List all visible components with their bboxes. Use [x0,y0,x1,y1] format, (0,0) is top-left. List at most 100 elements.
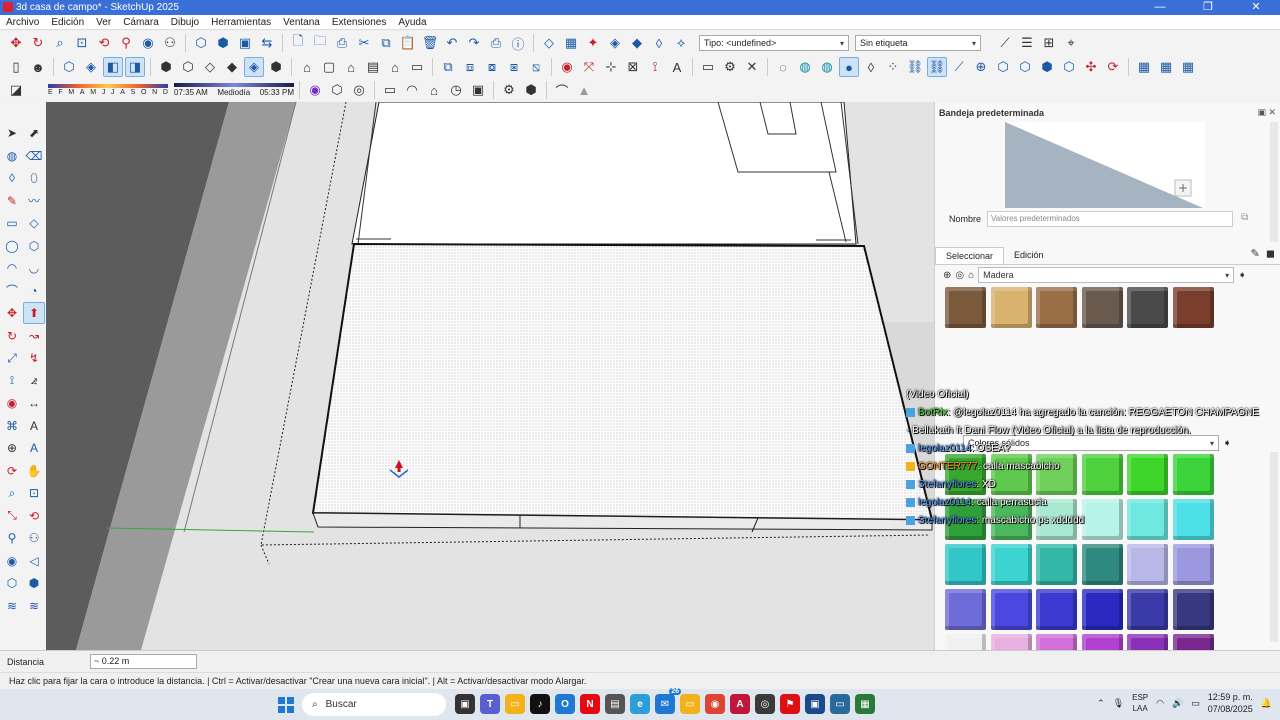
label-icon[interactable]: A [23,415,45,437]
dome-icon[interactable]: ◠ [402,80,422,100]
sandbox-icon[interactable]: ◇ [539,33,559,53]
shadow-time-slider[interactable]: 07:35 AM Mediodía 05:33 PM [174,83,294,97]
rotate-tool-icon[interactable]: ↻ [1,325,23,347]
settings-gear-icon[interactable]: ⚙ [720,57,740,77]
paint-bucket-icon[interactable]: ◍ [1,145,23,167]
menu-ver[interactable]: Ver [96,17,111,28]
home-icon[interactable]: ⌂ [968,270,974,281]
layers-icon[interactable]: ≋ [1,595,23,617]
eraser-soft-icon[interactable]: ◊ [861,57,881,77]
rectangle-icon[interactable]: ▭ [1,212,23,234]
solid-color-swatch[interactable] [1036,544,1077,585]
tray-controls[interactable]: ▣ ✕ [1257,107,1276,118]
camera-rect-icon[interactable]: ▭ [380,80,400,100]
std-view-front-icon[interactable]: ⌂ [341,57,361,77]
copy-icon[interactable]: ⧉ [376,33,396,53]
layers2-icon[interactable]: ≋ [23,595,45,617]
menu-edicion[interactable]: Edición [51,17,84,28]
sandbox-tool2-icon[interactable]: ⬢ [23,572,45,594]
explorer-icon[interactable]: ▭ [505,694,525,714]
triangle-icon[interactable]: ▲ [574,80,594,100]
front-view-icon[interactable]: ▣ [235,33,255,53]
menu-ayuda[interactable]: Ayuda [398,17,426,28]
solid-color-swatch[interactable] [1081,589,1123,630]
sandbox-tool-icon[interactable]: ⬡ [1,572,23,594]
xray-icon[interactable]: ◈ [81,57,101,77]
chat-username[interactable]: legolaz0114 [918,497,971,508]
group-icon[interactable]: ⧉ [438,57,458,77]
protractor-icon[interactable]: ⦨ [23,370,45,392]
sphere-icon[interactable]: ◎ [349,80,369,100]
outlook-icon[interactable]: O [555,694,575,714]
section-cut-icon[interactable]: ◁ [23,550,45,572]
solid-color-swatch[interactable] [1127,544,1168,585]
chat-username[interactable]: BotRix [918,407,947,418]
tray-scrollbar[interactable] [1270,122,1278,242]
previous-view-icon[interactable]: ⟲ [94,33,114,53]
teams-icon[interactable]: T [480,694,500,714]
shadow-month-slider[interactable]: EFMAMJJASOND [48,84,168,96]
std-view-left-icon[interactable]: ▭ [407,57,427,77]
solid-color-swatch[interactable] [945,589,986,630]
paint-icon[interactable]: ◉ [557,57,577,77]
eraser-icon[interactable]: ⌫ [23,145,45,167]
select-arrow-icon[interactable]: ➤ [1,122,23,144]
library-dropdown[interactable]: Madera ▾ [978,267,1235,283]
shaded-icon[interactable]: ⬡ [178,57,198,77]
split-icon[interactable]: ✣ [1081,57,1101,77]
maximize-button[interactable]: ❐ [1184,0,1232,15]
wood-material-swatch[interactable] [1172,287,1214,328]
material-name-input[interactable]: Valores predeterminados [987,211,1233,227]
create-material-icon[interactable]: ⊕ [943,270,951,281]
hidden-line-icon[interactable]: ⬢ [156,57,176,77]
mic-icon[interactable]: 🎙 [1113,698,1124,709]
wood-material-swatch[interactable] [1036,287,1077,328]
wood-material-swatch[interactable] [945,287,986,328]
orbit-icon[interactable]: ⟳ [1,460,23,482]
monitor-icon[interactable]: ▭ [830,694,850,714]
solid-color-swatch[interactable] [1172,589,1214,630]
info-icon[interactable]: ⓘ [508,33,528,53]
zoom-icon[interactable]: ⌕ [50,33,70,53]
solid-color-swatch[interactable] [945,544,986,585]
menu-archivo[interactable]: Archivo [6,17,39,28]
menu-camara[interactable]: Cámara [123,17,159,28]
solid-tools3-icon[interactable]: ⬢ [1037,57,1057,77]
store-icon[interactable]: ▤ [605,694,625,714]
water-drop-icon[interactable]: ◌ [773,57,793,77]
style2-icon[interactable]: ⬢ [266,57,286,77]
menu-ventana[interactable]: Ventana [283,17,320,28]
wood-material-swatch[interactable] [990,287,1032,328]
dotted-icon[interactable]: ⁘ [883,57,903,77]
rotate-icon[interactable]: ↻ [28,33,48,53]
arc-icon[interactable]: ◠ [1,257,23,279]
task-view-icon[interactable]: ▣ [455,694,475,714]
position-camera-tool-icon[interactable]: ⚲ [1,527,23,549]
water-drop2-icon[interactable]: ◍ [795,57,815,77]
battery-icon[interactable]: ▭ [1191,698,1200,709]
save-icon[interactable]: ⎙ [332,33,352,53]
text-icon[interactable]: A [667,57,687,77]
menu-dibujo[interactable]: Dibujo [171,17,199,28]
line-tool-icon[interactable]: ⟋ [949,57,969,77]
std-view-back-icon[interactable]: ⌂ [385,57,405,77]
dimension-icon[interactable]: ↔ [23,392,45,414]
undo-icon[interactable]: ↶ [442,33,462,53]
drape-icon[interactable]: ◆ [627,33,647,53]
solid-color-swatch[interactable] [1127,589,1168,630]
camera-icon[interactable]: ⌂ [424,80,444,100]
sketchup-taskbar-icon[interactable]: ▣ [805,694,825,714]
app-red-icon[interactable]: A [730,694,750,714]
delete-icon[interactable]: 🗑 [420,33,440,53]
std-view-right-icon[interactable]: ▤ [363,57,383,77]
tag-tool-icon[interactable]: ⟋ [995,33,1015,53]
move-tool-icon[interactable]: ✥ [1,302,23,324]
tape-icon[interactable]: ⊠ [623,57,643,77]
back-edges-icon[interactable]: ◧ [103,57,123,77]
solid-color-swatch[interactable] [1036,589,1077,630]
intersect-icon[interactable]: ⧇ [482,57,502,77]
solid-tools2-icon[interactable]: ⬡ [1015,57,1035,77]
union-icon[interactable]: ⧅ [526,57,546,77]
top-view-icon[interactable]: ⬢ [213,33,233,53]
rotated-rect-icon[interactable]: ◇ [23,212,45,234]
